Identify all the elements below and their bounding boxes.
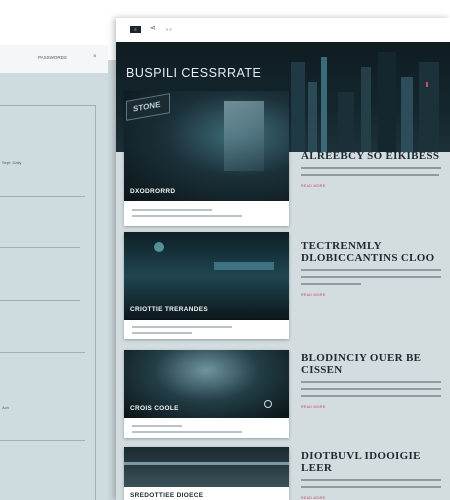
article-image: CRIOTTIE TRERANDES	[124, 232, 289, 320]
article-image-caption: DXODRORRD	[130, 188, 176, 195]
article-image-caption: SREDOTTIEE DIOECE	[130, 492, 204, 499]
text-line	[301, 167, 441, 169]
city-tower	[378, 52, 396, 152]
main-window: ≡ ⋖ ≡ ≡ BUSPILI CESSRRATE STONE DXODRORR…	[116, 18, 450, 500]
article-headline[interactable]: BLODINCIY OUER BE CISSEN	[301, 352, 450, 376]
text-line	[301, 174, 439, 176]
circle-icon	[264, 400, 272, 408]
city-tower	[321, 57, 327, 152]
left-panel-label: Ach	[2, 405, 9, 410]
divider	[0, 300, 80, 301]
city-tower	[361, 67, 371, 152]
article-summary: ALREEBCY SO EIKIBESS READ MORE	[301, 150, 450, 188]
text-line	[132, 431, 242, 433]
read-more-link[interactable]: READ MORE	[301, 405, 450, 409]
city-tower	[308, 82, 317, 152]
article-image-caption: CROIS COOLE	[130, 405, 179, 412]
divider	[95, 105, 96, 500]
divider	[0, 247, 80, 248]
article-image-caption: CRIOTTIE TRERANDES	[130, 306, 208, 313]
sign-text: STONE	[133, 99, 161, 114]
read-more-link[interactable]: READ MORE	[301, 293, 450, 297]
article-image: CROIS COOLE	[124, 350, 289, 418]
divider	[0, 352, 85, 353]
city-tower	[401, 77, 413, 152]
text-line	[132, 209, 212, 211]
toolbar: ≡ ⋖ ≡ ≡	[116, 18, 450, 43]
city-light	[426, 82, 428, 87]
rail	[124, 462, 289, 465]
read-more-link[interactable]: READ MORE	[301, 496, 450, 500]
article-card[interactable]: SREDOTTIEE DIOECE	[124, 447, 289, 500]
divider	[0, 440, 85, 441]
article-card[interactable]: STONE DXODRORRD	[124, 91, 289, 226]
article-headline[interactable]: TECTRENMLY DLOBICCANTINS CLOO	[301, 240, 450, 264]
page-title: BUSPILI CESSRRATE	[126, 66, 262, 80]
article-summary: TECTRENMLY DLOBICCANTINS CLOO READ MORE	[301, 240, 450, 297]
text-line	[301, 269, 441, 271]
divider	[0, 196, 85, 197]
text-line	[301, 388, 441, 390]
left-panel	[0, 73, 108, 500]
city-tower	[338, 92, 354, 152]
toolbar-menu[interactable]: ≡ ≡	[166, 27, 172, 32]
article-summary: BLODINCIY OUER BE CISSEN READ MORE	[301, 352, 450, 409]
share-icon[interactable]: ⋖	[150, 24, 156, 32]
left-panel-label: Sept. Daily	[2, 160, 22, 165]
article-headline[interactable]: ALREEBCY SO EIKIBESS	[301, 150, 450, 162]
close-icon[interactable]: ×	[93, 54, 97, 60]
screen-light	[224, 101, 264, 171]
city-tower	[419, 62, 439, 152]
sign-board: STONE	[126, 93, 170, 121]
article-card[interactable]: CRIOTTIE TRERANDES	[124, 232, 289, 339]
article-card[interactable]: CROIS COOLE	[124, 350, 289, 438]
text-line	[301, 395, 441, 397]
divider	[0, 105, 95, 106]
menu-button[interactable]: ≡	[130, 26, 141, 33]
text-line	[301, 276, 441, 278]
text-line	[301, 479, 441, 481]
text-line	[301, 381, 441, 383]
text-line	[132, 332, 192, 334]
article-summary: DIOTBUVL IDOOIGIE LEER READ MORE	[301, 450, 450, 500]
article-image: STONE DXODRORRD	[124, 91, 289, 201]
text-line	[301, 283, 361, 285]
article-headline[interactable]: DIOTBUVL IDOOIGIE LEER	[301, 450, 450, 474]
city-tower	[291, 62, 305, 152]
text-line	[132, 326, 232, 328]
read-more-link[interactable]: READ MORE	[301, 184, 450, 188]
text-line	[301, 486, 441, 488]
article-image	[124, 447, 289, 487]
left-panel-title: PASSWORDS	[38, 55, 67, 60]
left-panel-header: PASSWORDS ×	[0, 45, 108, 74]
city-light	[154, 242, 164, 252]
text-line	[132, 215, 242, 217]
bridge	[214, 262, 274, 270]
text-line	[132, 425, 182, 427]
